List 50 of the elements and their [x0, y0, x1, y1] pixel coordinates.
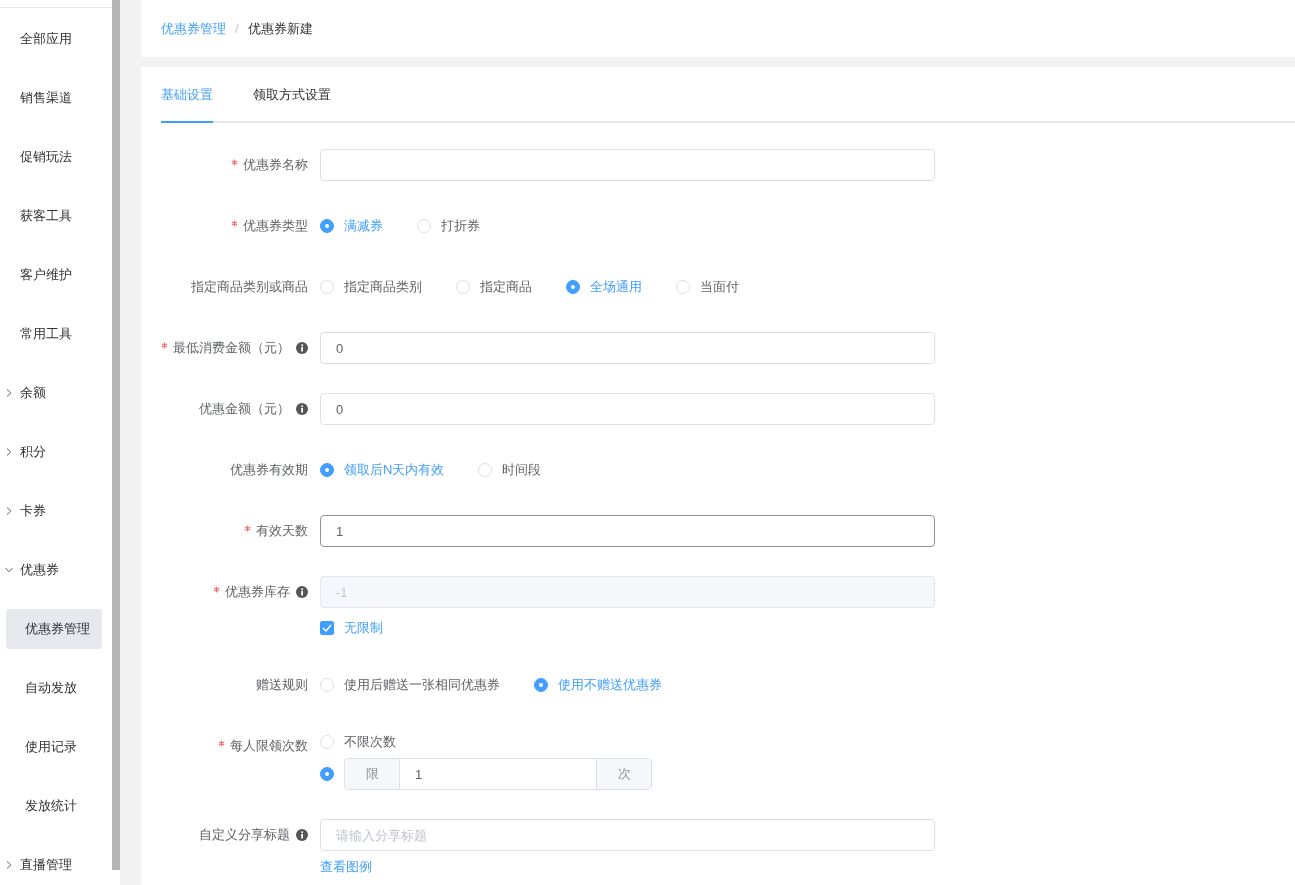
sidebar-item[interactable]: 客户维护	[20, 265, 72, 284]
input-field[interactable]: 1	[320, 515, 935, 547]
sidebar-item[interactable]: 全部应用	[20, 29, 72, 48]
sidebar-item[interactable]: 发放统计	[6, 785, 102, 826]
field-label: 有效天数	[256, 522, 308, 540]
radio-label[interactable]: 不限次数	[344, 733, 396, 751]
field-label: 指定商品类别或商品	[191, 278, 308, 296]
sidebar-group[interactable]: 直播管理	[20, 855, 72, 874]
field-label: 每人限领次数	[230, 737, 308, 755]
radio-button[interactable]	[320, 219, 334, 233]
input-field[interactable]	[320, 149, 935, 181]
radio-label[interactable]: 当面付	[700, 278, 739, 296]
radio-label[interactable]: 时间段	[502, 461, 542, 479]
field-label: 优惠券有效期	[230, 461, 308, 479]
sidebar-group[interactable]: 余额	[20, 383, 46, 402]
input-suffix: 次	[596, 759, 651, 789]
sidebar-group[interactable]: 卡券	[20, 501, 46, 520]
field-label: 优惠券名称	[243, 156, 308, 174]
sidebar-item[interactable]: 常用工具	[20, 324, 72, 343]
radio-button[interactable]	[320, 463, 334, 477]
input-field[interactable]: 请输入分享标题	[320, 819, 935, 851]
sidebar-item[interactable]: 使用记录	[6, 726, 102, 767]
breadcrumb-current: 优惠券新建	[247, 19, 313, 38]
field-label: 优惠券类型	[243, 217, 308, 235]
field-label: 优惠金额（元）	[199, 400, 290, 418]
radio-button[interactable]	[566, 280, 580, 294]
sidebar-group[interactable]: 优惠券	[20, 560, 59, 579]
sidebar-group[interactable]: 积分	[20, 442, 46, 461]
limit-input-group[interactable]: 限 1 次	[344, 758, 652, 790]
radio-button[interactable]	[320, 767, 334, 781]
field-label: 最低消费金额（元）	[173, 339, 290, 357]
input-field[interactable]: 0	[320, 332, 935, 364]
sidebar-item[interactable]: 促销玩法	[20, 147, 72, 166]
sidebar-item[interactable]: 优惠券管理	[6, 608, 102, 649]
sidebar-item[interactable]: 获客工具	[20, 206, 72, 225]
field-label: 赠送规则	[256, 676, 308, 694]
tab[interactable]: 领取方式设置	[253, 67, 331, 123]
radio-label[interactable]: 指定商品类别	[344, 278, 422, 296]
radio-label[interactable]: 使用后赠送一张相同优惠券	[344, 676, 500, 694]
field-label: 优惠券库存	[225, 583, 290, 601]
radio-label[interactable]: 指定商品	[480, 278, 532, 296]
sidebar-item[interactable]: 销售渠道	[20, 88, 72, 107]
input-field[interactable]: 0	[320, 393, 935, 425]
scrollbar[interactable]	[112, 0, 120, 870]
field-label: 自定义分享标题	[199, 826, 290, 844]
breadcrumb-separator: /	[235, 21, 239, 36]
radio-button[interactable]	[534, 678, 548, 692]
input-prefix: 限	[345, 759, 400, 789]
radio-label[interactable]: 打折券	[441, 217, 480, 235]
sidebar-item[interactable]: 自动发放	[6, 667, 102, 708]
